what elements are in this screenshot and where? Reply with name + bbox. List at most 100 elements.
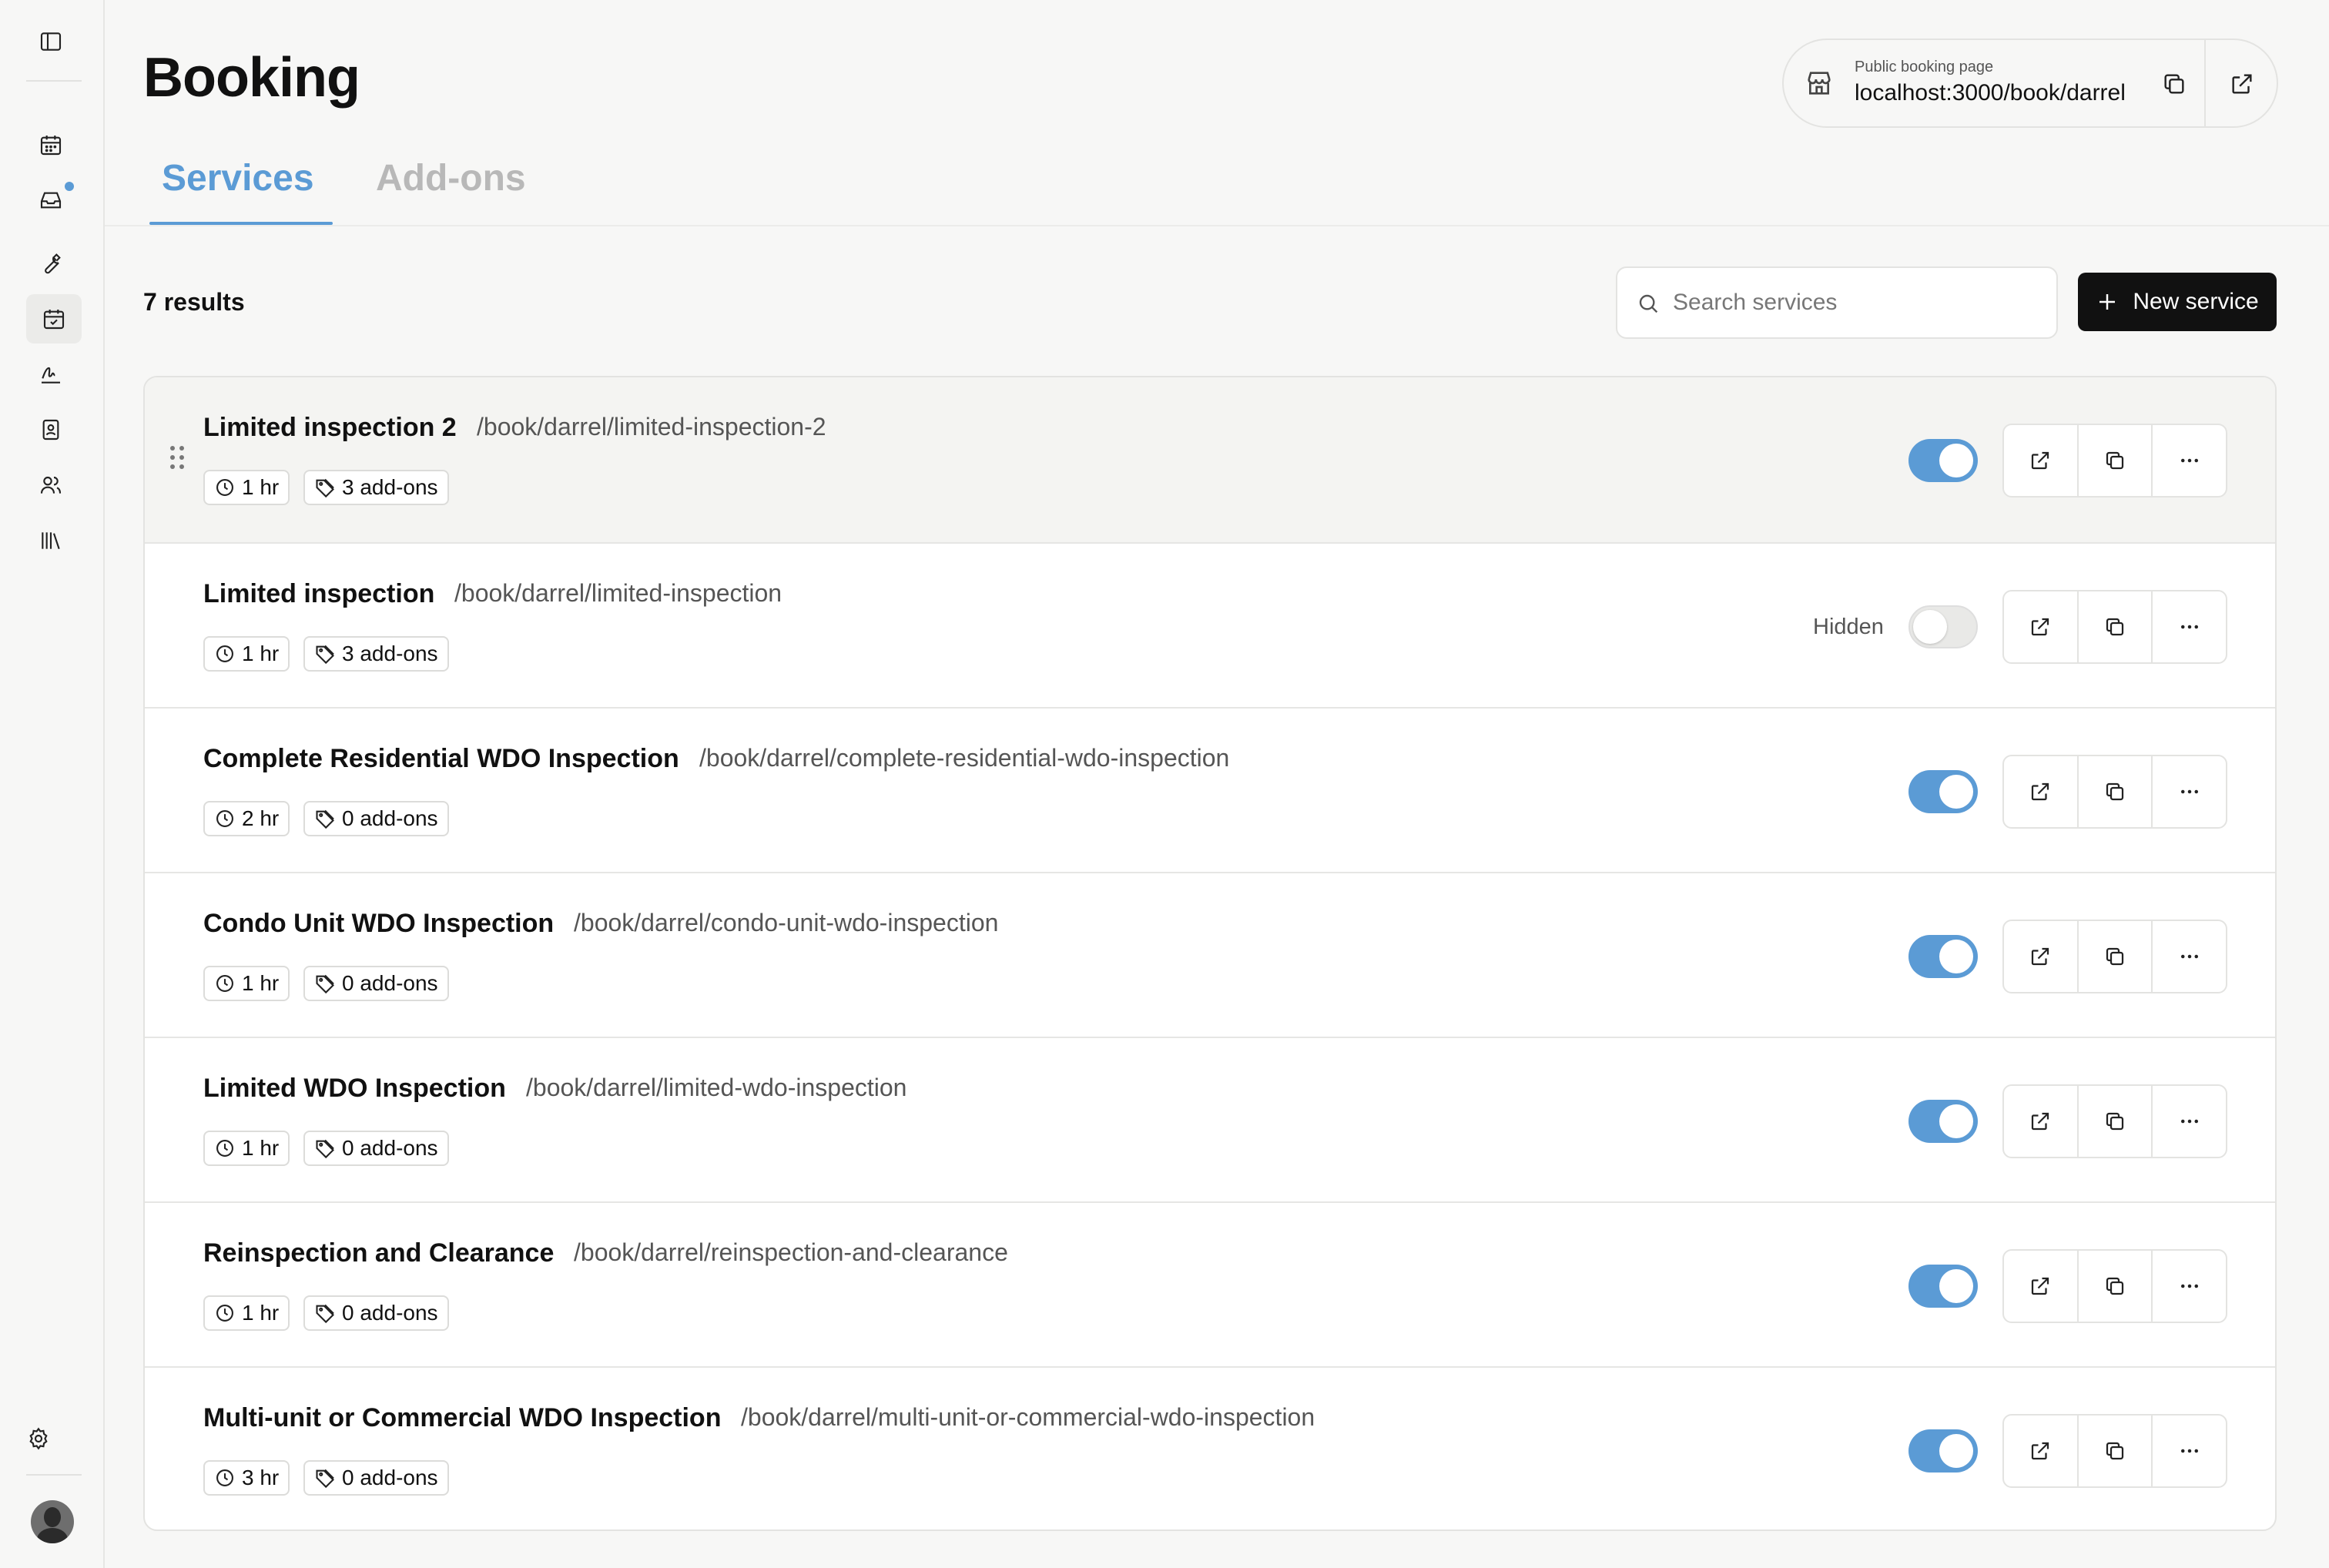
addons-label: 0 add-ons: [342, 971, 438, 995]
row-actions: [2002, 1414, 2227, 1488]
service-row[interactable]: Complete Residential WDO Inspection /boo…: [145, 707, 2275, 872]
addons-chip: 3 add-ons: [303, 636, 449, 672]
open-service-button[interactable]: [2004, 425, 2077, 496]
service-row[interactable]: Limited WDO Inspection /book/darrel/limi…: [145, 1037, 2275, 1201]
visibility-toggle[interactable]: [1908, 605, 1978, 648]
toggle-knob: [1939, 775, 1973, 809]
visibility-toggle[interactable]: [1908, 439, 1978, 482]
booking-calendar-icon[interactable]: [26, 294, 82, 343]
hidden-label: Hidden: [1813, 615, 1884, 639]
settings-gear-icon[interactable]: [20, 1420, 57, 1457]
duplicate-service-button[interactable]: [2076, 1416, 2152, 1486]
drag-handle-icon[interactable]: [168, 444, 186, 471]
duration-label: 1 hr: [242, 1136, 280, 1160]
duration-chip: 3 hr: [203, 1460, 290, 1496]
calendar-icon[interactable]: [32, 126, 69, 163]
more-options-button[interactable]: [2151, 1416, 2226, 1486]
duration-label: 1 hr: [242, 1301, 280, 1325]
visibility-toggle[interactable]: [1908, 1265, 1978, 1308]
service-row[interactable]: Reinspection and Clearance /book/darrel/…: [145, 1201, 2275, 1366]
sidebar-toggle-icon[interactable]: [32, 23, 69, 60]
addons-label: 0 add-ons: [342, 1301, 438, 1325]
open-service-button[interactable]: [2004, 591, 2077, 662]
inbox-icon[interactable]: [32, 182, 69, 219]
search-placeholder: Search services: [1673, 290, 1838, 315]
copy-icon: [2103, 449, 2126, 472]
copy-icon: [2103, 1275, 2126, 1298]
copy-url-icon[interactable]: [2161, 71, 2187, 97]
service-name[interactable]: Limited WDO Inspection: [203, 1074, 506, 1104]
duplicate-service-button[interactable]: [2076, 921, 2152, 992]
duration-chip: 1 hr: [203, 636, 290, 672]
tag-icon: [314, 1137, 336, 1159]
row-actions: [2002, 590, 2227, 664]
visibility-toggle[interactable]: [1908, 1429, 1978, 1473]
open-service-button[interactable]: [2004, 756, 2077, 827]
service-name[interactable]: Limited inspection: [203, 579, 434, 609]
storefront-icon: [1804, 68, 1835, 99]
duplicate-service-button[interactable]: [2076, 591, 2152, 662]
library-icon[interactable]: [32, 522, 69, 559]
addons-chip: 0 add-ons: [303, 966, 449, 1001]
visibility-toggle[interactable]: [1908, 935, 1978, 978]
new-service-button[interactable]: New service: [2078, 273, 2277, 331]
duplicate-service-button[interactable]: [2076, 1086, 2152, 1157]
clock-icon: [214, 1302, 236, 1324]
duplicate-service-button[interactable]: [2076, 1251, 2152, 1322]
addons-chip: 0 add-ons: [303, 1131, 449, 1166]
toggle-knob: [1913, 610, 1947, 644]
more-options-button[interactable]: [2151, 1251, 2226, 1322]
service-row[interactable]: Condo Unit WDO Inspection /book/darrel/c…: [145, 872, 2275, 1037]
open-service-button[interactable]: [2004, 921, 2077, 992]
service-path: /book/darrel/reinspection-and-clearance: [574, 1238, 1008, 1266]
service-name[interactable]: Complete Residential WDO Inspection: [203, 744, 679, 774]
row-actions: [2002, 1249, 2227, 1323]
visibility-toggle[interactable]: [1908, 1100, 1978, 1143]
service-path: /book/darrel/complete-residential-wdo-in…: [699, 744, 1230, 772]
external-link-icon: [2029, 945, 2052, 968]
service-name[interactable]: Limited inspection 2: [203, 413, 457, 443]
service-name[interactable]: Multi-unit or Commercial WDO Inspection: [203, 1403, 721, 1433]
avatar[interactable]: [31, 1500, 74, 1543]
duplicate-service-button[interactable]: [2076, 425, 2152, 496]
public-booking-page-box: Public booking page localhost:3000/book/…: [1782, 39, 2278, 128]
external-link-icon: [2029, 1110, 2052, 1133]
users-icon[interactable]: [32, 467, 69, 504]
duplicate-service-button[interactable]: [2076, 756, 2152, 827]
service-path: /book/darrel/limited-inspection: [454, 579, 782, 607]
tabs-divider: [105, 225, 2329, 226]
clock-icon: [214, 1137, 236, 1159]
tag-icon: [314, 973, 336, 994]
more-options-button[interactable]: [2151, 756, 2226, 827]
contacts-book-icon[interactable]: [32, 411, 69, 448]
service-name[interactable]: Reinspection and Clearance: [203, 1238, 554, 1268]
wrench-icon[interactable]: [32, 245, 69, 282]
search-input[interactable]: Search services: [1616, 266, 2058, 339]
more-options-button[interactable]: [2151, 425, 2226, 496]
toggle-knob: [1939, 1269, 1973, 1303]
new-service-label: New service: [2133, 289, 2259, 314]
open-external-icon[interactable]: [2229, 71, 2255, 97]
tag-icon: [314, 1302, 336, 1324]
service-row[interactable]: Limited inspection /book/darrel/limited-…: [145, 542, 2275, 707]
open-service-button[interactable]: [2004, 1251, 2077, 1322]
toggle-knob: [1939, 1104, 1973, 1138]
more-options-button[interactable]: [2151, 1086, 2226, 1157]
public-booking-url[interactable]: localhost:3000/book/darrel: [1855, 80, 2126, 106]
tab-services[interactable]: Services: [162, 157, 314, 199]
more-options-button[interactable]: [2151, 921, 2226, 992]
service-row[interactable]: Limited inspection 2 /book/darrel/limite…: [145, 377, 2275, 542]
open-service-button[interactable]: [2004, 1086, 2077, 1157]
addons-label: 0 add-ons: [342, 806, 438, 830]
tab-add-ons[interactable]: Add-ons: [376, 157, 526, 199]
more-options-button[interactable]: [2151, 591, 2226, 662]
row-actions: [2002, 424, 2227, 498]
page-title: Booking: [143, 47, 360, 109]
service-name[interactable]: Condo Unit WDO Inspection: [203, 909, 554, 939]
visibility-toggle[interactable]: [1908, 770, 1978, 813]
service-row[interactable]: Multi-unit or Commercial WDO Inspection …: [145, 1366, 2275, 1529]
services-list: Limited inspection 2 /book/darrel/limite…: [143, 376, 2277, 1531]
signature-icon[interactable]: [32, 356, 69, 393]
open-service-button[interactable]: [2004, 1416, 2077, 1486]
service-path: /book/darrel/condo-unit-wdo-inspection: [574, 909, 999, 936]
